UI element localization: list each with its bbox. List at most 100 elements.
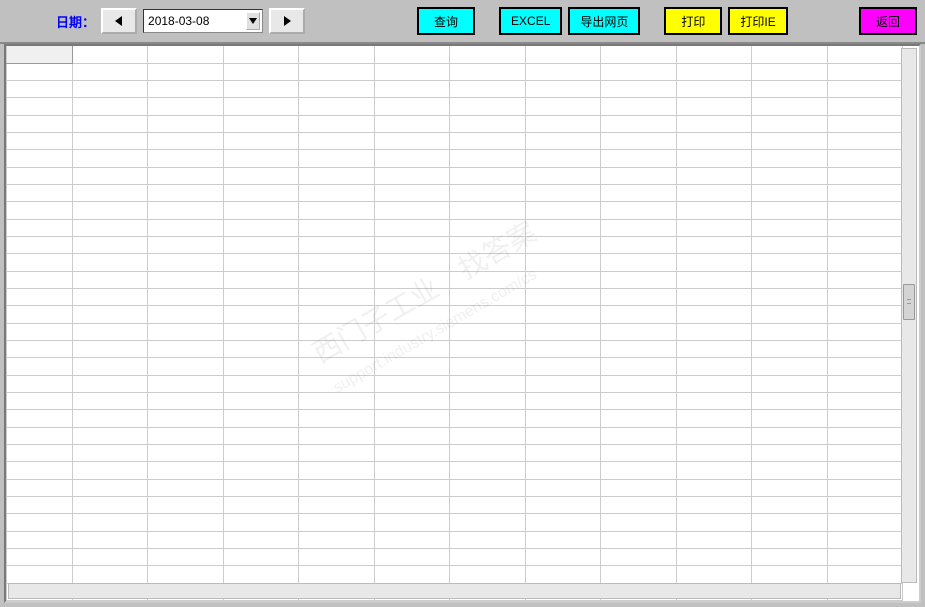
grid-cell[interactable]: [601, 202, 676, 219]
grid-cell[interactable]: [752, 549, 827, 566]
grid-cell[interactable]: [374, 497, 449, 514]
grid-cell[interactable]: [299, 445, 374, 462]
grid-cell[interactable]: [752, 150, 827, 167]
grid-cell[interactable]: [73, 566, 148, 583]
grid-cell[interactable]: [752, 254, 827, 271]
grid-cell[interactable]: [7, 98, 73, 115]
grid-cell[interactable]: [752, 167, 827, 184]
grid-cell[interactable]: [7, 46, 73, 63]
grid-cell[interactable]: [223, 323, 298, 340]
grid-cell[interactable]: [73, 514, 148, 531]
grid-cell[interactable]: [7, 63, 73, 80]
grid-cell[interactable]: [7, 341, 73, 358]
grid-cell[interactable]: [601, 358, 676, 375]
grid-cell[interactable]: [374, 115, 449, 132]
grid-cell[interactable]: [601, 289, 676, 306]
grid-cell[interactable]: [525, 237, 600, 254]
grid-cell[interactable]: [525, 479, 600, 496]
grid-cell[interactable]: [450, 427, 525, 444]
grid-cell[interactable]: [374, 445, 449, 462]
grid-cell[interactable]: [676, 81, 751, 98]
grid-cell[interactable]: [148, 497, 223, 514]
grid-cell[interactable]: [525, 271, 600, 288]
back-button[interactable]: 返回: [859, 7, 917, 35]
grid-cell[interactable]: [7, 462, 73, 479]
grid-cell[interactable]: [601, 63, 676, 80]
grid-cell[interactable]: [601, 133, 676, 150]
grid-cell[interactable]: [676, 289, 751, 306]
grid-cell[interactable]: [752, 514, 827, 531]
grid-cell[interactable]: [299, 271, 374, 288]
dropdown-caret[interactable]: [246, 12, 260, 30]
grid-cell[interactable]: [223, 358, 298, 375]
horizontal-scrollbar[interactable]: [8, 583, 901, 599]
grid-cell[interactable]: [148, 393, 223, 410]
grid-cell[interactable]: [601, 115, 676, 132]
grid-cell[interactable]: [752, 323, 827, 340]
grid-cell[interactable]: [73, 237, 148, 254]
grid-cell[interactable]: [374, 531, 449, 548]
vertical-scrollbar[interactable]: [901, 48, 917, 583]
grid-cell[interactable]: [223, 98, 298, 115]
grid-cell[interactable]: [374, 514, 449, 531]
grid-cell[interactable]: [148, 375, 223, 392]
grid-cell[interactable]: [752, 306, 827, 323]
grid-cell[interactable]: [148, 514, 223, 531]
grid-cell[interactable]: [7, 375, 73, 392]
grid-cell[interactable]: [827, 185, 902, 202]
grid-cell[interactable]: [148, 167, 223, 184]
grid-cell[interactable]: [752, 375, 827, 392]
grid-cell[interactable]: [223, 150, 298, 167]
grid-cell[interactable]: [525, 445, 600, 462]
grid-cell[interactable]: [752, 133, 827, 150]
grid-cell[interactable]: [601, 566, 676, 583]
grid-cell[interactable]: [7, 427, 73, 444]
grid-cell[interactable]: [7, 306, 73, 323]
grid-cell[interactable]: [299, 167, 374, 184]
grid-cell[interactable]: [223, 531, 298, 548]
grid-cell[interactable]: [374, 98, 449, 115]
grid-cell[interactable]: [525, 393, 600, 410]
grid-cell[interactable]: [148, 341, 223, 358]
grid-cell[interactable]: [374, 237, 449, 254]
grid-cell[interactable]: [450, 289, 525, 306]
grid-cell[interactable]: [299, 375, 374, 392]
grid-cell[interactable]: [7, 410, 73, 427]
grid-cell[interactable]: [525, 202, 600, 219]
grid-cell[interactable]: [827, 237, 902, 254]
grid-cell[interactable]: [601, 514, 676, 531]
grid-cell[interactable]: [450, 514, 525, 531]
grid-cell[interactable]: [73, 254, 148, 271]
grid-cell[interactable]: [752, 185, 827, 202]
grid-cell[interactable]: [676, 531, 751, 548]
grid-cell[interactable]: [73, 462, 148, 479]
grid-cell[interactable]: [450, 531, 525, 548]
grid-cell[interactable]: [73, 531, 148, 548]
grid-cell[interactable]: [525, 167, 600, 184]
grid-cell[interactable]: [374, 358, 449, 375]
grid-cell[interactable]: [374, 479, 449, 496]
grid-cell[interactable]: [299, 150, 374, 167]
grid-cell[interactable]: [450, 306, 525, 323]
grid-cell[interactable]: [752, 202, 827, 219]
grid-cell[interactable]: [450, 271, 525, 288]
grid-cell[interactable]: [7, 202, 73, 219]
grid-cell[interactable]: [525, 462, 600, 479]
grid-cell[interactable]: [223, 341, 298, 358]
grid-cell[interactable]: [525, 254, 600, 271]
grid-cell[interactable]: [374, 219, 449, 236]
grid-cell[interactable]: [299, 479, 374, 496]
grid-cell[interactable]: [450, 341, 525, 358]
grid-cell[interactable]: [827, 514, 902, 531]
grid-cell[interactable]: [525, 63, 600, 80]
grid-cell[interactable]: [450, 549, 525, 566]
grid-cell[interactable]: [450, 150, 525, 167]
grid-cell[interactable]: [7, 289, 73, 306]
grid-cell[interactable]: [525, 341, 600, 358]
grid-cell[interactable]: [223, 185, 298, 202]
grid-cell[interactable]: [752, 46, 827, 63]
grid-cell[interactable]: [752, 289, 827, 306]
grid-cell[interactable]: [73, 497, 148, 514]
grid-cell[interactable]: [7, 254, 73, 271]
grid-cell[interactable]: [7, 237, 73, 254]
